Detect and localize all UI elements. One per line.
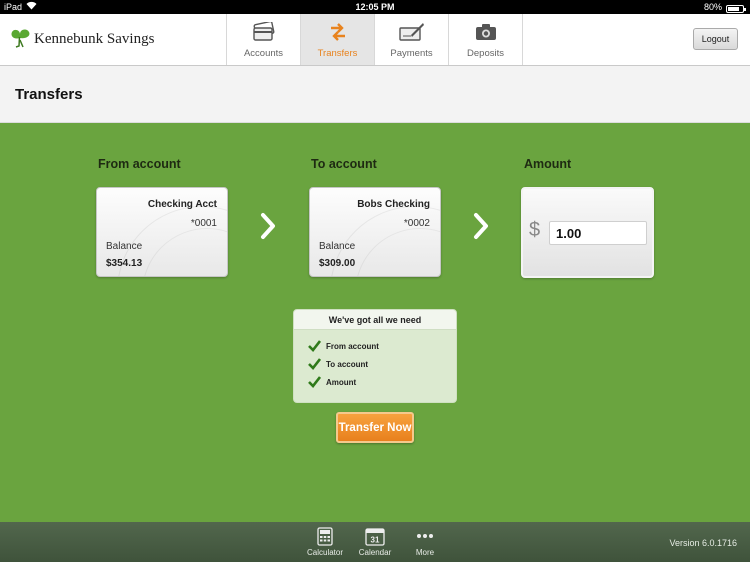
checklist-item-label: Amount — [326, 377, 357, 387]
checklist-item: To account — [308, 358, 368, 370]
check-pen-icon — [398, 21, 425, 43]
checklist-item: Amount — [308, 376, 356, 388]
tab-deposits[interactable]: Deposits — [449, 14, 523, 65]
from-account-card[interactable]: Checking Acct *0001 Balance $354.13 — [96, 187, 228, 277]
status-right: 80% — [703, 0, 746, 14]
tab-payments-label: Payments — [390, 48, 433, 59]
transfer-arrows-icon — [328, 21, 348, 43]
tree-logo-icon — [8, 26, 32, 53]
page-header: Transfers — [0, 66, 750, 123]
checkmark-icon — [308, 358, 321, 370]
ready-checklist: We've got all we need From account To ac… — [293, 309, 457, 403]
logout-button[interactable]: Logout — [693, 28, 738, 50]
tab-accounts-label: Accounts — [243, 48, 284, 59]
amount-card: $ — [521, 187, 654, 278]
transfer-panel: From account To account Amount Checking … — [0, 123, 750, 522]
app-version: Version 6.0.1716 — [669, 538, 737, 548]
chevron-right-icon — [261, 213, 275, 239]
calculator-icon — [317, 526, 333, 546]
calculator-label: Calculator — [306, 548, 343, 557]
calendar-label: Calendar — [358, 548, 392, 557]
checklist-item-label: From account — [326, 341, 379, 351]
checklist-title: We've got all we need — [294, 310, 456, 330]
brand-name: Kennebunk Savings — [34, 31, 155, 47]
status-bar: iPad 12:05 PM 80% — [0, 0, 750, 14]
cards-icon — [252, 21, 276, 43]
brand-logo[interactable]: Kennebunk Savings — [8, 26, 154, 53]
to-account-name: Bobs Checking — [357, 199, 430, 210]
bottom-toolbar: Calculator 31 Calendar More Version 6.0.… — [0, 522, 750, 562]
status-time: 12:05 PM — [355, 2, 395, 12]
calendar-day: 31 — [371, 535, 380, 544]
checkmark-icon — [308, 340, 321, 352]
tab-transfers-label: Transfers — [317, 48, 358, 59]
from-balance-label: Balance — [106, 241, 143, 252]
more-dots-icon — [416, 526, 434, 546]
tab-deposits-label: Deposits — [467, 48, 504, 59]
chevron-right-icon — [474, 213, 488, 239]
transfer-now-button[interactable]: Transfer Now — [336, 412, 414, 443]
amount-label: Amount — [524, 157, 572, 171]
from-account-label: From account — [98, 157, 181, 171]
page-title: Transfers — [15, 86, 83, 103]
calculator-button[interactable]: Calculator — [300, 526, 350, 557]
battery-percent: 80% — [703, 2, 722, 12]
main-tabs: Accounts Transfers Payments Deposits — [226, 14, 523, 65]
from-account-number: *0001 — [190, 218, 217, 229]
amount-input[interactable] — [549, 221, 647, 245]
top-nav: Kennebunk Savings Accounts Transfers Pay… — [0, 14, 750, 66]
to-balance-label: Balance — [319, 241, 356, 252]
to-account-label: To account — [311, 157, 377, 171]
tab-transfers[interactable]: Transfers — [301, 14, 375, 65]
camera-icon — [475, 21, 497, 43]
tab-accounts[interactable]: Accounts — [227, 14, 301, 65]
to-account-card[interactable]: Bobs Checking *0002 Balance $309.00 — [309, 187, 441, 277]
checklist-item: From account — [308, 340, 379, 352]
checklist-item-label: To account — [326, 359, 369, 369]
to-account-number: *0002 — [403, 218, 430, 229]
battery-icon — [726, 4, 746, 13]
from-account-name: Checking Acct — [147, 199, 217, 210]
calendar-button[interactable]: 31 Calendar — [350, 526, 400, 557]
from-balance-value: $354.13 — [106, 258, 143, 269]
tab-payments[interactable]: Payments — [375, 14, 449, 65]
to-balance-value: $309.00 — [319, 258, 356, 269]
calendar-icon: 31 — [365, 526, 385, 546]
currency-symbol: $ — [529, 219, 541, 241]
more-label: More — [415, 548, 435, 557]
checkmark-icon — [308, 376, 321, 388]
more-button[interactable]: More — [400, 526, 450, 557]
